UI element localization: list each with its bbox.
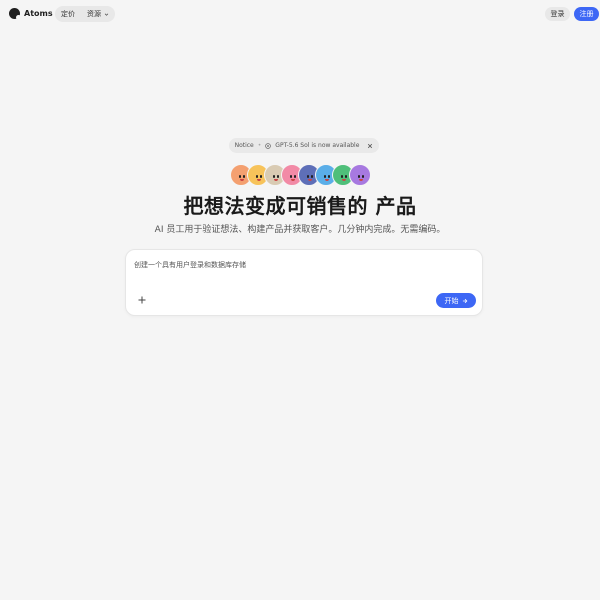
arrow-right-icon (462, 298, 467, 303)
agent-avatars (230, 164, 371, 186)
notice-separator: • (257, 142, 262, 149)
login-button[interactable]: 登录 (545, 7, 570, 21)
notice-message: GPT-5.6 Sol is now available (275, 142, 360, 149)
nav-item-label: 定价 (61, 10, 75, 18)
nav-item-resources[interactable]: 资源 (87, 9, 109, 19)
chevron-down-icon (104, 13, 109, 16)
nav-item-pricing[interactable]: 定价 (61, 9, 75, 19)
start-button[interactable]: 开始 (436, 293, 476, 308)
notice-label: Notice (234, 142, 254, 149)
brand-name: Atoms (24, 9, 53, 18)
signup-button[interactable]: 注册 (574, 7, 599, 21)
close-icon[interactable] (367, 143, 373, 149)
nav-item-label: 资源 (87, 10, 101, 18)
brand-logo[interactable]: Atoms (9, 8, 53, 20)
start-button-label: 开始 (444, 296, 459, 305)
prompt-input[interactable] (134, 258, 474, 272)
avatar (349, 164, 371, 186)
prompt-card: 开始 (125, 249, 483, 316)
openai-icon (265, 142, 272, 149)
top-header: Atoms 定价 资源 登录 注册 (0, 0, 600, 28)
add-attachment-icon[interactable] (137, 295, 147, 305)
main-nav: 定价 资源 (55, 6, 115, 22)
hero-title: 把想法变成可销售的 产品 (183, 194, 417, 218)
atoms-logo-icon (9, 8, 21, 20)
hero-subtitle: AI 员工用于验证想法、构建产品并获取客户。几分钟内完成。无需编码。 (154, 225, 446, 235)
notice-banner[interactable]: Notice • GPT-5.6 Sol is now available (229, 138, 379, 153)
